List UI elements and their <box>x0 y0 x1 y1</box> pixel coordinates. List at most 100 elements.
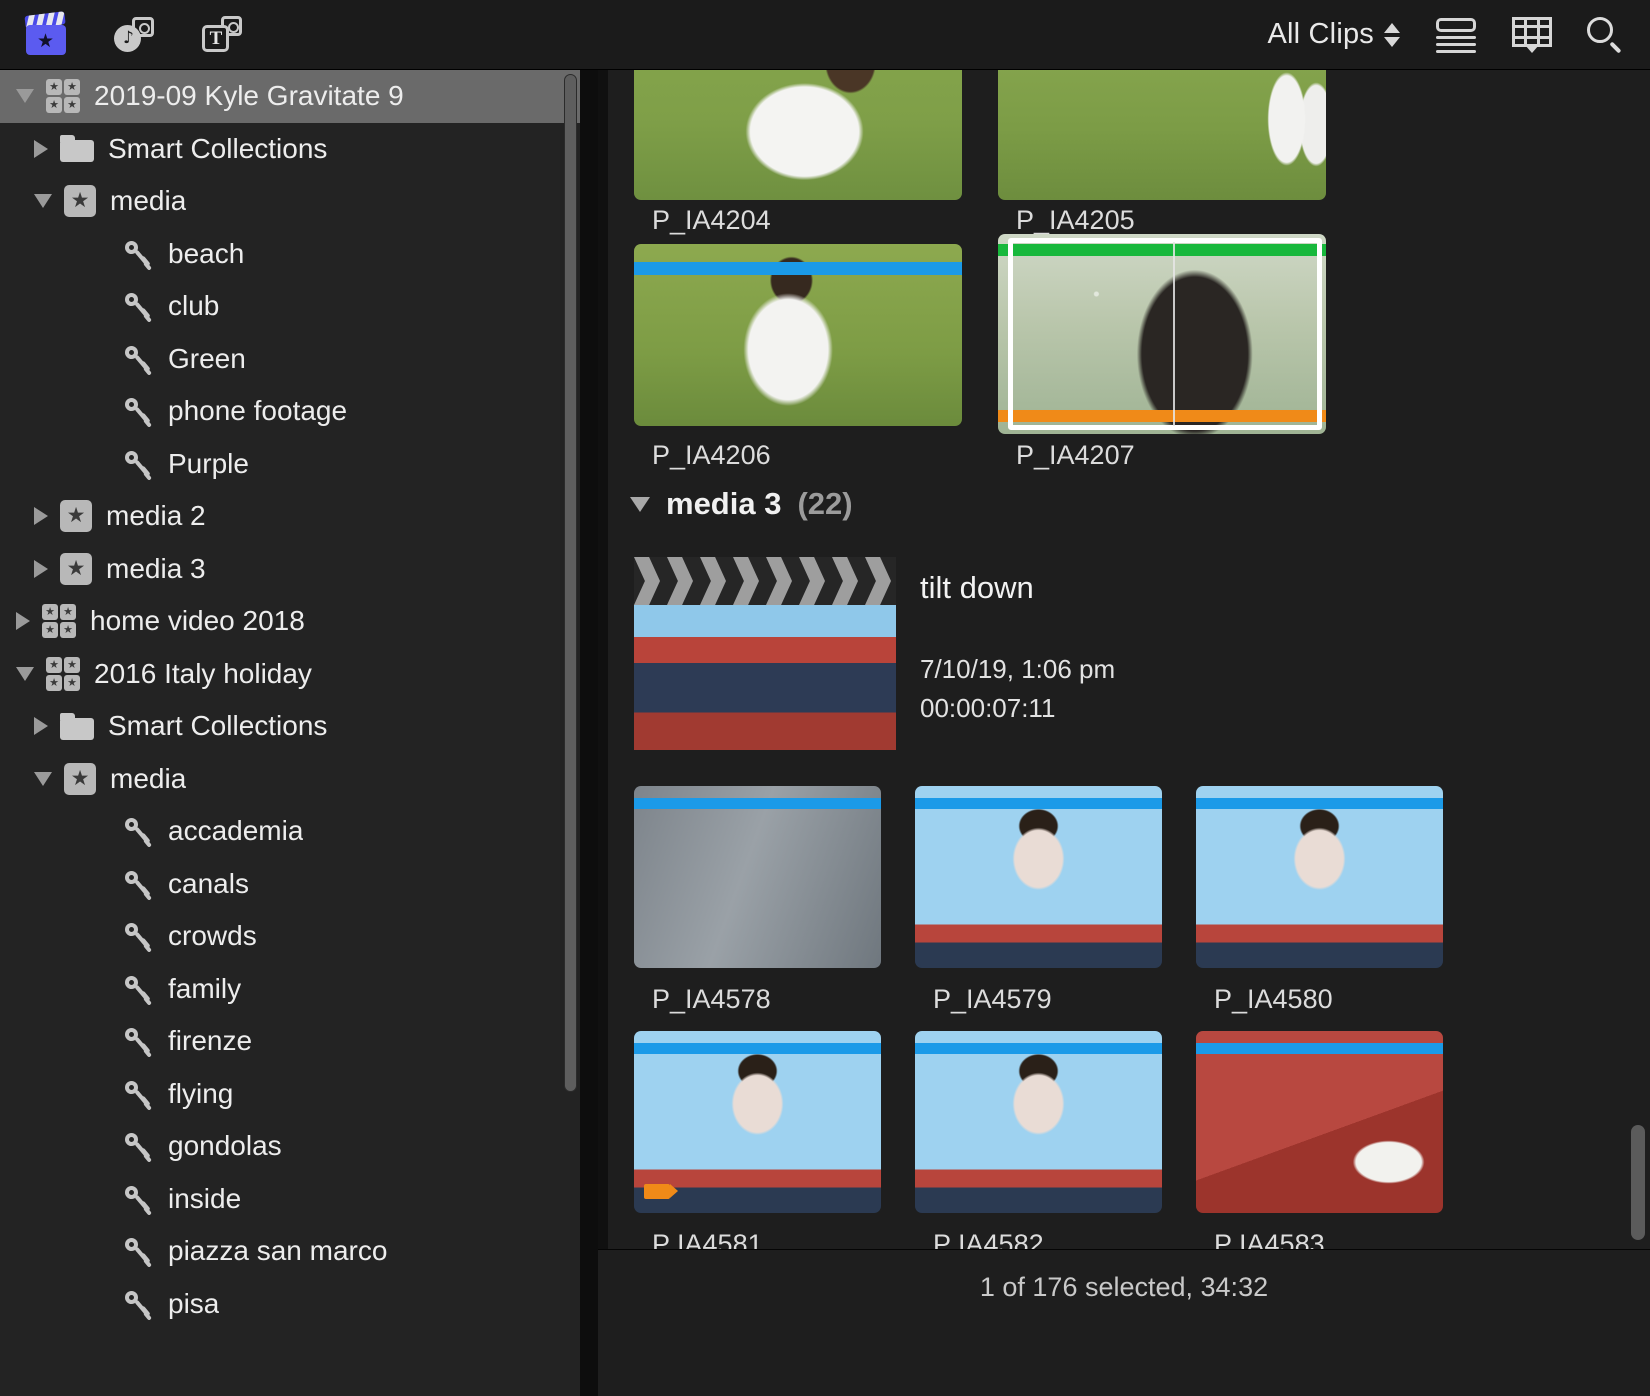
disclosure-down-icon[interactable] <box>16 666 34 681</box>
disclosure-right-icon[interactable] <box>34 507 48 526</box>
sidebar-item-label: 2016 Italy holiday <box>94 657 312 689</box>
keyword-collection-icon: ★ <box>60 500 92 533</box>
marker-badge <box>644 1184 678 1199</box>
detail-clip-title: tilt down <box>920 570 1034 605</box>
keyword-collection-icon: ★ <box>64 762 96 795</box>
disclosure-none-icon <box>96 982 110 996</box>
sidebar-item-canals[interactable]: canals <box>0 858 580 911</box>
sidebar-item-purple[interactable]: Purple <box>0 438 580 491</box>
status-bar: 1 of 176 selected, 34:32 <box>598 1249 1650 1396</box>
sidebar-item-label: media 3 <box>106 552 206 584</box>
disclosure-none-icon <box>96 1139 110 1153</box>
sidebar-item-beach[interactable]: beach <box>0 228 580 281</box>
sidebar-item-phone-footage[interactable]: phone footage <box>0 385 580 438</box>
sidebar-item-inside[interactable]: inside <box>0 1173 580 1226</box>
disclosure-right-icon[interactable] <box>16 612 30 631</box>
keyword-collection-icon: ★ <box>60 552 92 585</box>
filmstrip-view-icon[interactable] <box>1512 16 1552 53</box>
chevron-icon <box>667 557 693 605</box>
sidebar-item-crowds[interactable]: crowds <box>0 910 580 963</box>
clip-name-label: P_IA4206 <box>652 440 771 470</box>
sidebar-item-pisa[interactable]: pisa <box>0 1278 580 1331</box>
clip-name-label: P IA4582 <box>933 1229 1044 1249</box>
group-header[interactable]: media 3 (22) <box>630 486 853 522</box>
clip-browser[interactable]: P_IA4204 P_IA4205 P_IA4206 P_IA4207 media 3 (… <box>598 70 1650 1249</box>
keyword-icon <box>122 920 154 953</box>
sidebar-item-green[interactable]: Green <box>0 333 580 386</box>
sidebar-item-media-3[interactable]: ★ media 3 <box>0 543 580 596</box>
sidebar-item-gondolas[interactable]: gondolas <box>0 1120 580 1173</box>
sidebar-scrollbar-thumb[interactable] <box>565 75 576 1091</box>
keyword-icon <box>122 395 154 428</box>
clip-thumbnail[interactable] <box>634 70 962 200</box>
sidebar-item-smart-collections[interactable]: Smart Collections <box>0 700 580 753</box>
keyword-icon <box>122 448 154 481</box>
browser-scrollbar[interactable] <box>1630 70 1646 1249</box>
chevron-icon <box>832 557 858 605</box>
clip-name-label: P_IA4205 <box>1016 205 1135 235</box>
disclosure-right-icon[interactable] <box>34 139 48 158</box>
libraries-sidebar[interactable]: ★ ★ ★ ★ 2019-09 Kyle Gravitate 9 Smart Collec… <box>0 70 580 1396</box>
chevron-icon <box>700 557 726 605</box>
detail-clip-thumbnail[interactable] <box>634 605 896 750</box>
sidebar-item-home-video-2018[interactable]: ★ ★ ★ ★ home video 2018 <box>0 595 580 648</box>
browser-scrollbar-thumb[interactable] <box>1631 1125 1645 1240</box>
disclosure-down-icon[interactable] <box>34 771 52 786</box>
clip-name-label: P IA4581 <box>652 1229 763 1249</box>
sidebar-item-smart-collections[interactable]: Smart Collections <box>0 123 580 176</box>
clip-thumbnail[interactable] <box>915 786 1162 968</box>
clips-filter-label: All Clips <box>1267 18 1374 50</box>
search-icon[interactable] <box>1586 16 1624 54</box>
sidebar-item-accademia[interactable]: accademia <box>0 805 580 858</box>
sidebar-item-2016-italy-holiday[interactable]: ★ ★ ★ ★ 2016 Italy holiday <box>0 648 580 701</box>
disclosure-down-icon[interactable] <box>16 89 34 104</box>
folder-icon <box>60 712 94 740</box>
event-library-icon: ★ ★ ★ ★ <box>42 604 76 639</box>
sidebar-item-media[interactable]: ★ media <box>0 175 580 228</box>
disclosure-none-icon <box>96 299 110 313</box>
stepper-up-down-icon[interactable] <box>1384 22 1400 47</box>
pane-divider[interactable] <box>580 70 598 1396</box>
keyword-icon <box>122 343 154 376</box>
disclosure-none-icon <box>96 824 110 838</box>
clapper-star-icon[interactable]: ★ <box>24 10 68 57</box>
disclosure-right-icon[interactable] <box>34 559 48 578</box>
sidebar-scrollbar[interactable] <box>564 74 577 1092</box>
playhead[interactable] <box>1173 242 1175 426</box>
keyword-bar <box>1196 1043 1443 1054</box>
sidebar-item-firenze[interactable]: firenze <box>0 1015 580 1068</box>
disclosure-down-icon[interactable] <box>630 496 650 512</box>
sidebar-item-club[interactable]: club <box>0 280 580 333</box>
clip-thumbnail[interactable] <box>998 70 1326 200</box>
event-library-icon: ★ ★ ★ ★ <box>46 79 80 114</box>
clip-thumbnail[interactable] <box>634 244 962 426</box>
sidebar-item-2019-09-kyle-gravitate-9[interactable]: ★ ★ ★ ★ 2019-09 Kyle Gravitate 9 <box>0 70 580 123</box>
disclosure-none-icon <box>96 1087 110 1101</box>
clip-thumbnail[interactable] <box>1196 1031 1443 1213</box>
audio-music-icon[interactable]: ♪ <box>112 13 156 57</box>
sidebar-item-label: Green <box>168 342 246 374</box>
clip-thumbnail[interactable] <box>634 1031 881 1213</box>
keyword-icon <box>122 290 154 323</box>
clip-thumbnail[interactable] <box>634 786 881 968</box>
keyword-icon <box>122 1078 154 1111</box>
keyword-bar <box>915 798 1162 809</box>
clips-filter-dropdown[interactable]: All Clips <box>1267 18 1400 51</box>
list-view-icon[interactable] <box>1434 17 1478 53</box>
clip-name-label: P IA4583 <box>1214 1229 1325 1249</box>
disclosure-none-icon <box>96 1297 110 1311</box>
sidebar-item-piazza-san-marco[interactable]: piazza san marco <box>0 1225 580 1278</box>
disclosure-none-icon <box>96 1192 110 1206</box>
titles-text-icon[interactable]: T <box>200 13 244 57</box>
sidebar-item-flying[interactable]: flying <box>0 1068 580 1121</box>
sidebar-list: ★ ★ ★ ★ 2019-09 Kyle Gravitate 9 Smart Collec… <box>0 70 580 1330</box>
disclosure-down-icon[interactable] <box>34 194 52 209</box>
sidebar-item-label: Smart Collections <box>108 132 328 164</box>
group-count-label: (22) <box>797 486 853 521</box>
sidebar-item-media-2[interactable]: ★ media 2 <box>0 490 580 543</box>
disclosure-right-icon[interactable] <box>34 717 48 736</box>
sidebar-item-media[interactable]: ★ media <box>0 753 580 806</box>
clip-thumbnail[interactable] <box>915 1031 1162 1213</box>
clip-thumbnail[interactable] <box>1196 786 1443 968</box>
sidebar-item-family[interactable]: family <box>0 963 580 1016</box>
